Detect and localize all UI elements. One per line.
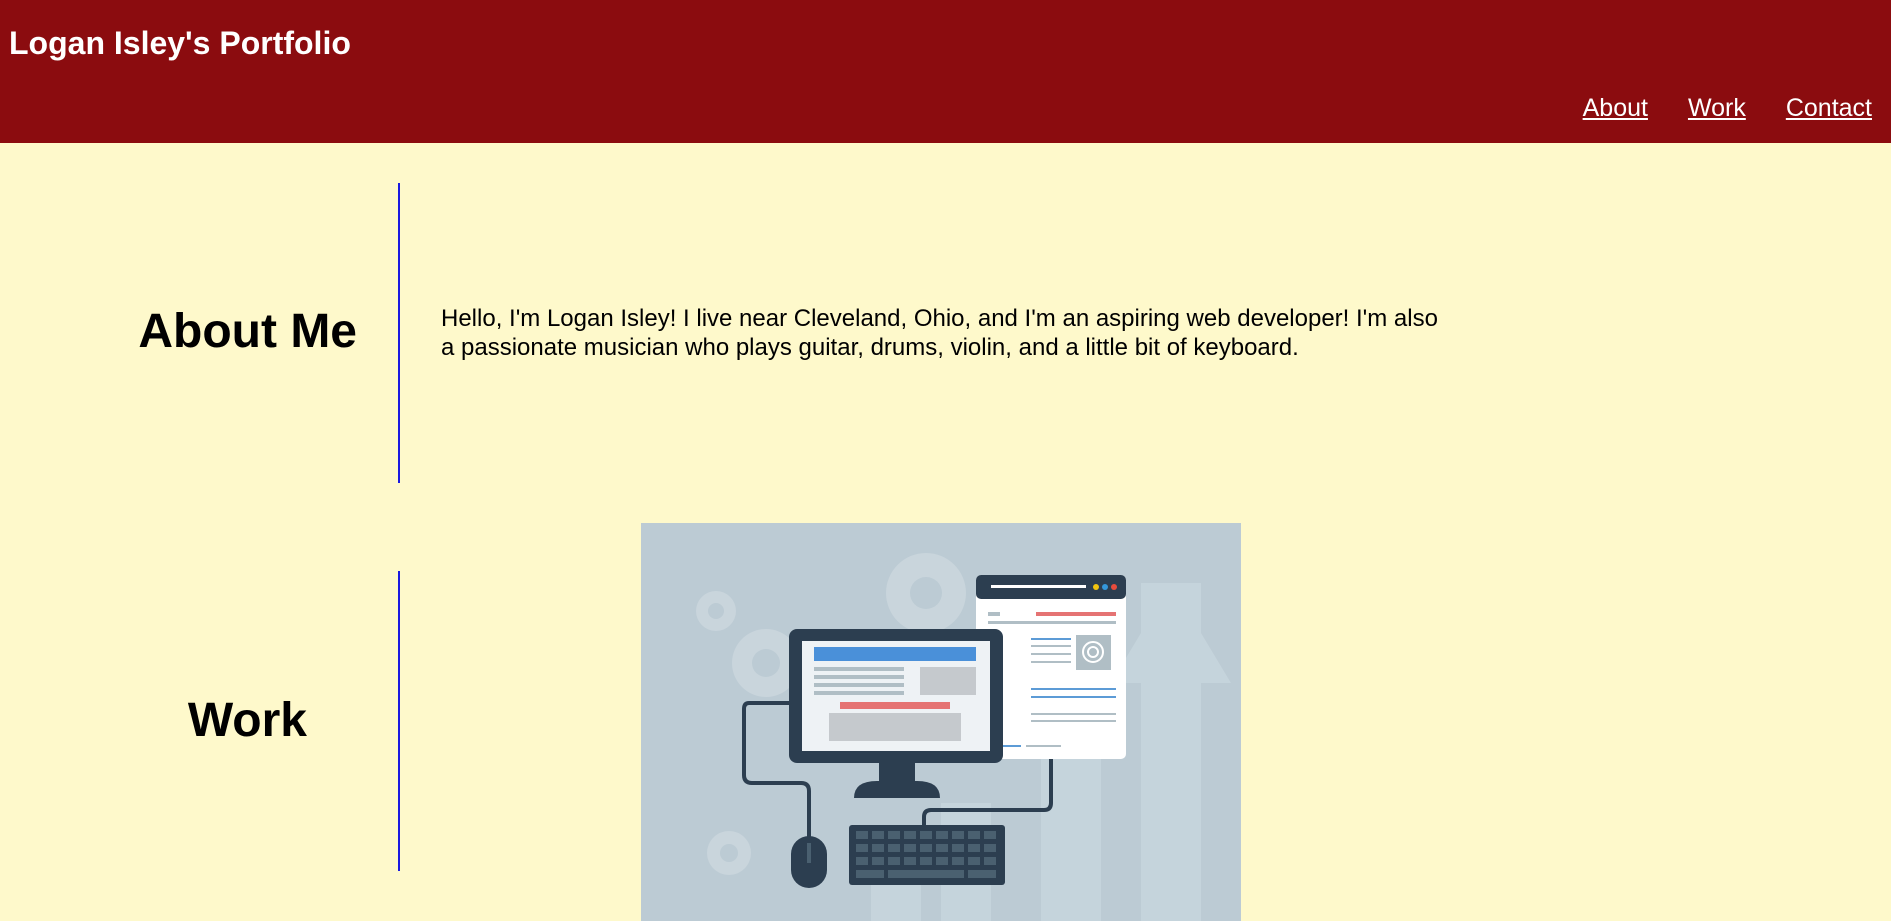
- site-title: Logan Isley's Portfolio: [9, 25, 351, 61]
- main-nav: About Work Contact: [1583, 92, 1872, 124]
- nav-link-about[interactable]: About: [1583, 92, 1648, 124]
- about-heading: About Me: [138, 305, 357, 358]
- mouse-icon: [791, 836, 827, 888]
- keyboard-icon: [849, 825, 1005, 885]
- nav-link-contact[interactable]: Contact: [1786, 92, 1872, 124]
- computer-illustration: [696, 553, 1231, 921]
- nav-link-work[interactable]: Work: [1688, 92, 1746, 124]
- monitor-icon: [789, 629, 1003, 798]
- work-divider: [398, 571, 400, 871]
- about-divider: [398, 183, 400, 483]
- site-header: Logan Isley's Portfolio About Work Conta…: [0, 0, 1891, 143]
- about-text: Hello, I'm Logan Isley! I live near Clev…: [441, 305, 1438, 361]
- work-illustration: [641, 523, 1241, 921]
- work-heading: Work: [187, 694, 307, 747]
